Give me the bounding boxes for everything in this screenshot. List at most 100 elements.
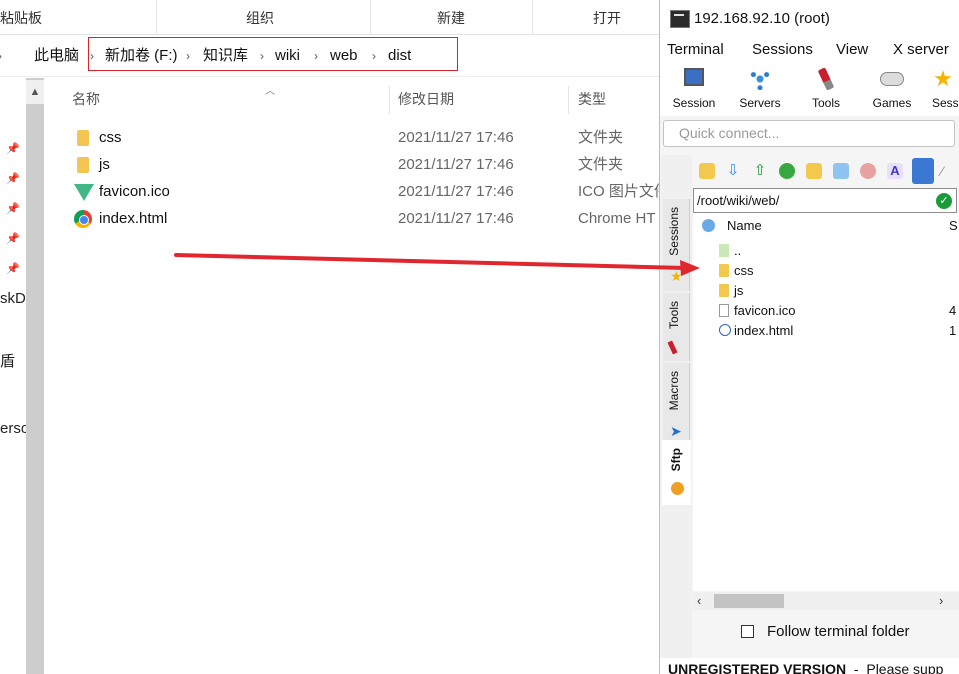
sftp-path-input[interactable]: /root/wiki/web/ (693, 188, 957, 213)
file-name: js (99, 156, 110, 173)
breadcrumb-this-pc[interactable]: 此电脑 (34, 36, 79, 76)
sessions-star-button[interactable]: ★ Sess (923, 62, 959, 116)
sftp-column-size[interactable]: S (949, 213, 958, 239)
tab-tools[interactable]: Tools (663, 293, 690, 361)
servers-button[interactable]: Servers (729, 62, 791, 116)
pin-icon[interactable]: 📌 (6, 232, 22, 246)
file-row-css[interactable]: css 2021/11/27 17:46 文件夹 (46, 124, 659, 151)
sftp-entry-name: css (734, 263, 754, 278)
window-title: 192.168.92.10 (root) (694, 10, 830, 27)
column-type[interactable]: 类型 (578, 82, 606, 116)
delete-icon[interactable] (860, 163, 876, 179)
horizontal-scrollbar[interactable]: ‹ › (693, 592, 959, 610)
rename-icon[interactable]: A (887, 163, 903, 179)
column-header: ︿ 名称 修改日期 类型 (46, 82, 659, 116)
nav-item-partial[interactable]: 盾 (0, 350, 15, 371)
file-type: 文件夹 (578, 129, 624, 146)
download-icon[interactable]: ⇩ (725, 163, 741, 179)
column-divider[interactable] (568, 86, 569, 114)
follow-terminal-label: Follow terminal folder (767, 623, 910, 640)
scroll-right-icon[interactable]: › (939, 592, 943, 610)
pin-icon[interactable]: 📌 (6, 202, 22, 216)
sftp-column-name[interactable]: Name (727, 213, 762, 239)
column-divider[interactable] (389, 86, 390, 114)
unregistered-message: - Please supp (846, 661, 944, 674)
sftp-row-favicon[interactable]: favicon.ico 4 (693, 301, 959, 321)
title-bar[interactable]: 192.168.92.10 (root) (660, 0, 959, 38)
file-date: 2021/11/27 17:46 (398, 210, 514, 227)
folder-icon (719, 264, 729, 277)
sftp-icon (671, 482, 684, 495)
permissions-icon[interactable] (912, 158, 934, 184)
file-date: 2021/11/27 17:46 (398, 183, 514, 200)
folder-icon (77, 157, 89, 173)
refresh-icon[interactable] (779, 163, 795, 179)
check-icon[interactable]: ✓ (936, 193, 952, 209)
tab-sessions[interactable]: Sessions ★ (663, 199, 690, 291)
pin-icon[interactable]: 📌 (6, 172, 22, 186)
menu-sessions[interactable]: Sessions (752, 38, 813, 62)
file-name: favicon.ico (99, 183, 170, 200)
new-folder-icon[interactable] (806, 163, 822, 179)
html-file-icon (719, 324, 731, 336)
games-label: Games (872, 96, 912, 110)
file-type: 文件夹 (578, 156, 624, 173)
vue-logo-icon (74, 184, 94, 201)
folder-up-icon[interactable] (699, 163, 715, 179)
column-name[interactable]: 名称 (72, 82, 100, 116)
terminal-app-icon (670, 10, 690, 28)
sftp-entry-name: js (734, 283, 744, 298)
main-toolbar: Session Servers Tools Games ★ Sess (660, 62, 959, 116)
ribbon-group-open[interactable]: 打开 (532, 0, 659, 34)
unregistered-banner: UNREGISTERED VERSION - Please supp (660, 658, 959, 674)
tools-button[interactable]: Tools (795, 62, 857, 116)
tab-sftp-label: Sftp (669, 448, 683, 472)
menu-terminal[interactable]: Terminal (667, 38, 724, 62)
sessions-star-label: Sess (932, 96, 959, 110)
scrollbar-thumb[interactable] (714, 594, 784, 608)
scroll-up-icon[interactable]: ▲ (26, 80, 44, 104)
file-date: 2021/11/27 17:46 (398, 156, 514, 173)
pin-icon[interactable]: 📌 (6, 142, 22, 156)
star-icon: ★ (670, 268, 683, 284)
edit-wand-icon[interactable]: ⁄ (941, 163, 957, 179)
new-file-icon[interactable] (833, 163, 849, 179)
follow-terminal-checkbox[interactable] (741, 625, 754, 638)
file-row-favicon[interactable]: favicon.ico 2021/11/27 17:46 ICO 图片文件 (46, 178, 659, 205)
sftp-row-js[interactable]: js (693, 281, 959, 301)
sftp-row-parent[interactable]: .. (693, 241, 959, 261)
menu-x-server[interactable]: X server (893, 38, 949, 62)
unregistered-label: UNREGISTERED VERSION (668, 661, 847, 674)
menu-view[interactable]: View (836, 38, 868, 62)
ribbon-group-organize[interactable]: 组织 (150, 0, 371, 34)
tab-macros[interactable]: Macros ➤ (663, 363, 690, 445)
file-explorer-window: 粘贴板 组织 新建 打开 › 此电脑 › 新加卷 (F:) › 知识库 › wi… (0, 0, 659, 674)
tab-sftp[interactable]: Sftp (662, 440, 691, 505)
ribbon-group-clipboard[interactable]: 粘贴板 (0, 0, 157, 34)
column-modified[interactable]: 修改日期 (398, 82, 454, 116)
pin-icon[interactable]: 📌 (6, 262, 22, 276)
tools-label: Tools (811, 96, 840, 110)
chevron-right-icon[interactable]: › (0, 36, 2, 76)
address-bar[interactable]: › 此电脑 › 新加卷 (F:) › 知识库 › wiki › web › di… (0, 36, 659, 77)
tools-icon (817, 67, 835, 91)
scroll-left-icon[interactable]: ‹ (697, 592, 701, 610)
nav-item-personal[interactable]: erso (0, 420, 29, 437)
upload-icon[interactable]: ⇧ (752, 163, 768, 179)
quick-connect-input[interactable]: Quick connect... (663, 120, 955, 147)
nav-scrollbar[interactable] (26, 78, 44, 674)
file-row-index-html[interactable]: index.html 2021/11/27 17:46 Chrome HT (46, 205, 659, 232)
ribbon: 粘贴板 组织 新建 打开 (0, 0, 659, 35)
servers-icon (749, 68, 771, 90)
star-icon: ★ (933, 66, 953, 91)
sftp-entry-name: favicon.ico (734, 303, 796, 318)
session-button[interactable]: Session (663, 62, 725, 116)
tab-macros-label: Macros (667, 371, 681, 411)
file-row-js[interactable]: js 2021/11/27 17:46 文件夹 (46, 151, 659, 178)
sftp-row-index-html[interactable]: index.html 1 (693, 321, 959, 341)
follow-terminal-option[interactable]: Follow terminal folder (693, 612, 959, 652)
sftp-row-css[interactable]: css (693, 261, 959, 281)
games-button[interactable]: Games (861, 62, 923, 116)
ribbon-group-new[interactable]: 新建 (370, 0, 533, 34)
parent-folder-icon (719, 244, 729, 257)
